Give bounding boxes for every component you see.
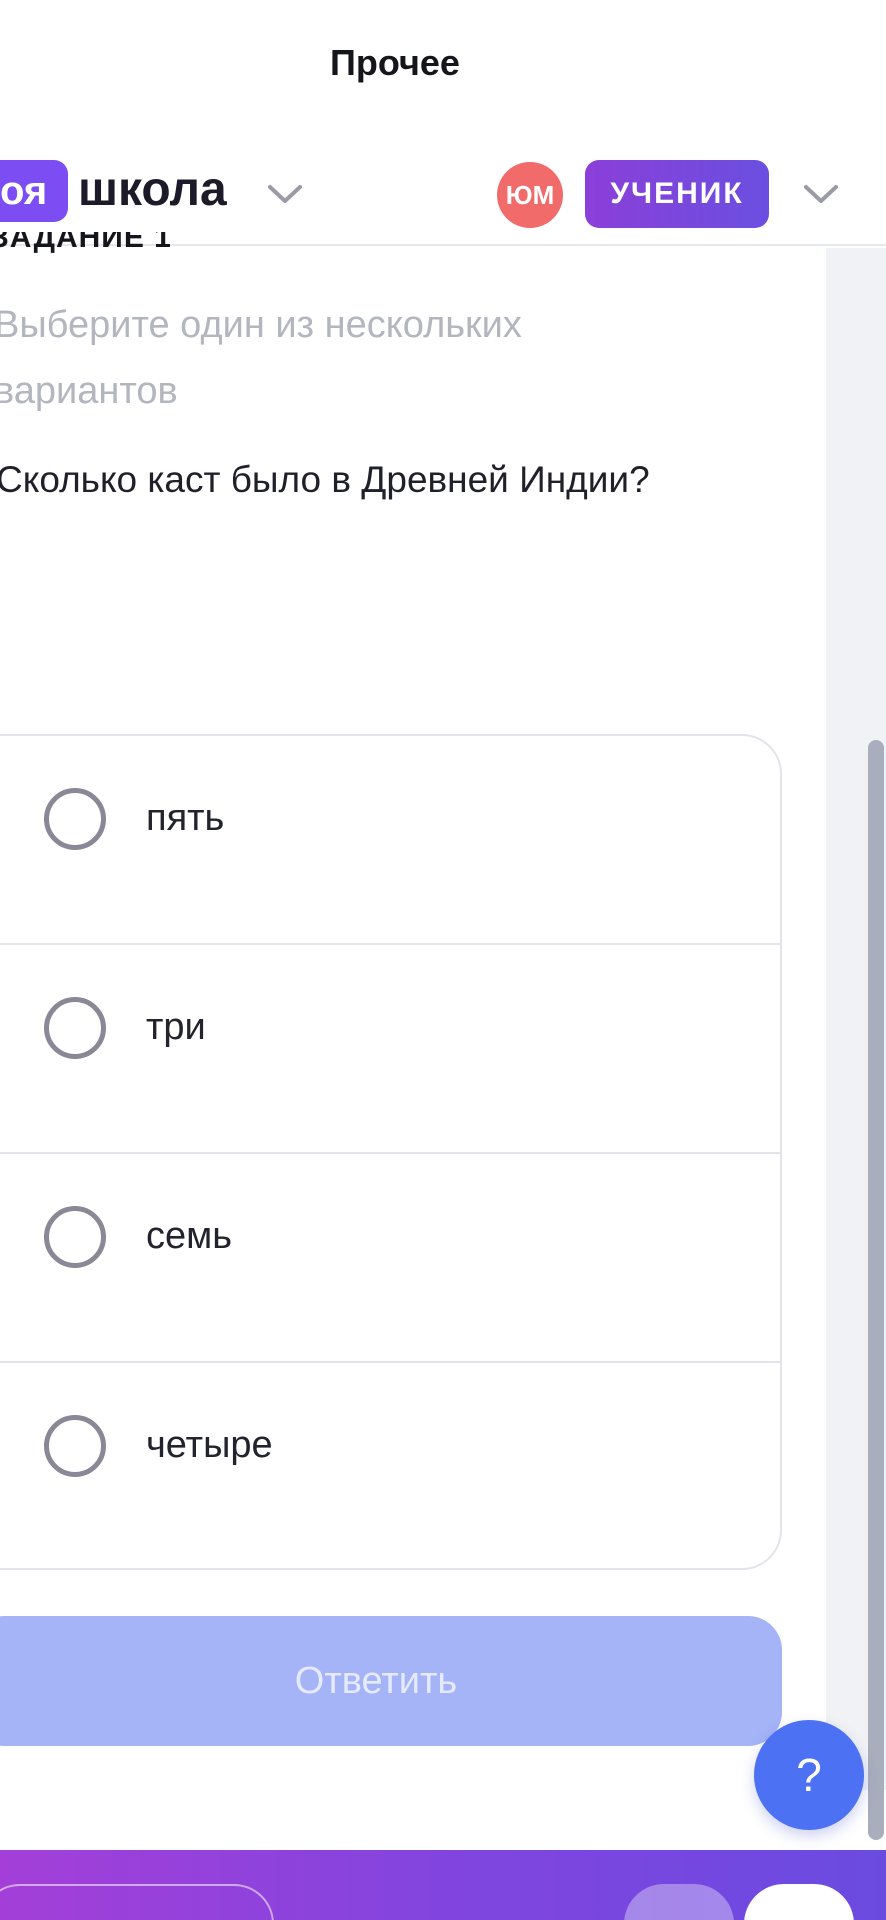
bottom-secondary-button[interactable] <box>624 1884 734 1920</box>
option-item[interactable]: семь <box>0 1154 780 1363</box>
task-hint: Выберите один из нескольких вариантов <box>0 304 522 412</box>
radio-button[interactable] <box>44 788 106 850</box>
option-label: четыре <box>146 1424 273 1466</box>
answer-button[interactable]: Ответить <box>0 1616 782 1746</box>
screen-title: Прочее <box>330 42 460 83</box>
option-label: пять <box>146 797 225 839</box>
role-badge[interactable]: УЧЕНИК <box>585 160 769 228</box>
logo-text[interactable]: школа <box>78 164 227 216</box>
page: Прочее оя школа ЮМ УЧЕНИК ЗАДАНИЕ 1 Выбе… <box>0 0 886 1920</box>
chevron-down-icon[interactable] <box>802 182 840 206</box>
option-label: семь <box>146 1215 233 1257</box>
option-item[interactable]: четыре <box>0 1363 780 1568</box>
bottom-primary-button[interactable] <box>744 1884 854 1920</box>
task-label: ЗАДАНИЕ 1 <box>0 232 172 264</box>
logo-badge[interactable]: оя <box>0 160 68 222</box>
radio-button[interactable] <box>44 1206 106 1268</box>
options-list: пять три семь четыре <box>0 734 782 1570</box>
avatar[interactable]: ЮМ <box>497 162 563 228</box>
bottom-outline-button[interactable] <box>0 1884 274 1920</box>
chevron-down-icon[interactable] <box>266 182 304 206</box>
help-button[interactable]: ? <box>754 1720 864 1830</box>
bottom-bar <box>0 1850 886 1920</box>
task-question: Сколько каст было в Древней Индии? <box>0 459 650 500</box>
option-label: три <box>146 1006 206 1048</box>
scrollbar-thumb[interactable] <box>868 740 884 1840</box>
option-item[interactable]: пять <box>0 736 780 945</box>
radio-button[interactable] <box>44 1415 106 1477</box>
option-item[interactable]: три <box>0 945 780 1154</box>
task-label-text: ЗАДАНИЕ 1 <box>0 232 172 254</box>
radio-button[interactable] <box>44 997 106 1059</box>
